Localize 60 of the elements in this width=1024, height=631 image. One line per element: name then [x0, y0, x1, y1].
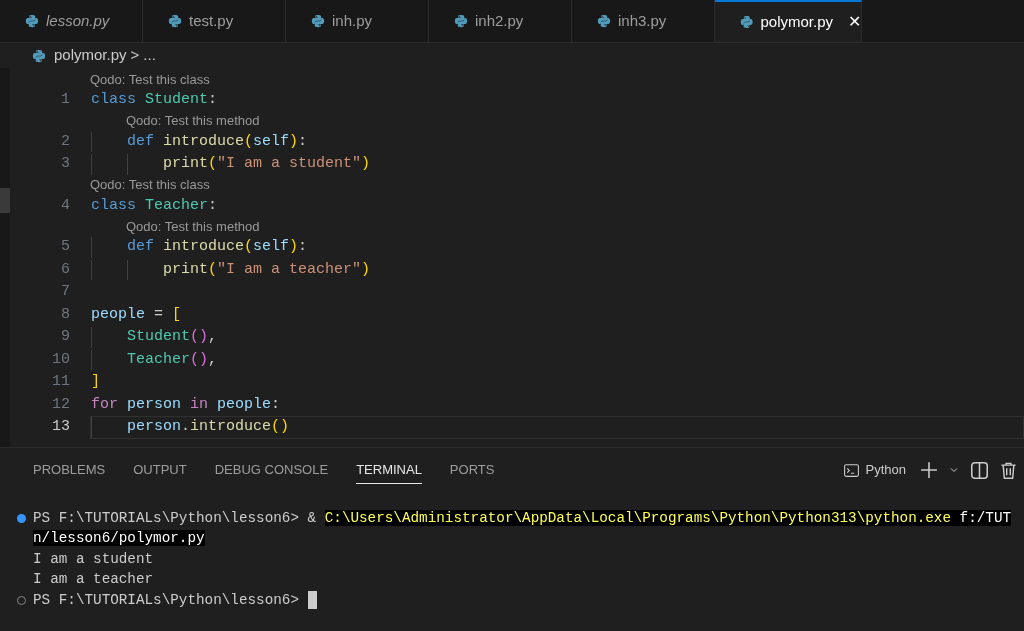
code-line: class Teacher:: [91, 195, 218, 216]
close-icon[interactable]: ✕: [848, 10, 861, 34]
scroll-marker: [0, 188, 10, 213]
line-number: 3: [60, 154, 70, 174]
code-lens-link[interactable]: Qodo: Test this method: [126, 111, 260, 131]
python-file-icon: [597, 14, 611, 28]
line-number: 5: [60, 237, 70, 257]
editor-tab[interactable]: polymor.py ✕: [715, 0, 862, 42]
code-line: print("I am a teacher"): [91, 259, 371, 280]
code-line: def introduce(self):: [91, 131, 308, 152]
python-file-icon: [740, 15, 754, 29]
code-line: class Student:: [91, 90, 218, 110]
python-file-icon: [168, 14, 182, 28]
code-line: people = [: [91, 304, 182, 325]
terminal-icon: [842, 461, 860, 479]
line-number: 10: [51, 349, 70, 370]
code-line: Student(),: [91, 327, 218, 348]
line-number: 4: [60, 195, 70, 216]
breadcrumb-separator: >: [130, 45, 140, 66]
python-file-icon: [311, 14, 325, 28]
code-line: ]: [91, 372, 100, 392]
code-lens-link[interactable]: Qodo: Test this method: [126, 216, 260, 237]
line-number: 11: [51, 372, 70, 392]
plus-icon[interactable]: [920, 461, 938, 479]
code-line: print("I am a student"): [91, 154, 371, 175]
code-lens-link[interactable]: Qodo: Test this class: [90, 175, 210, 195]
panel-tab[interactable]: OUTPUT: [133, 455, 187, 485]
line-number: 12: [51, 394, 70, 415]
python-file-icon: [32, 48, 46, 63]
editor-tab[interactable]: inh2.py: [429, 0, 572, 42]
python-file-icon: [454, 14, 468, 28]
line-number: 6: [60, 259, 70, 280]
panel-tab[interactable]: PORTS: [449, 455, 495, 485]
line-number: 7: [60, 282, 70, 302]
code-line: def introduce(self):: [91, 237, 308, 258]
code-lens-link[interactable]: Qodo: Test this class: [90, 69, 210, 90]
python-file-icon: [25, 14, 39, 28]
line-number: 9: [60, 327, 70, 347]
terminal-line: I am a teacher: [33, 570, 154, 590]
trash-icon[interactable]: [999, 460, 1018, 480]
line-number: 13: [51, 417, 70, 437]
editor-tab[interactable]: test.py: [143, 0, 286, 42]
split-icon[interactable]: [970, 460, 989, 480]
editor-tab[interactable]: lesson.py: [0, 0, 143, 42]
terminal-line: PS F:\TUTORIALs\Python\lesson6> & C:\Users\Administrator\AppData\Local\Programs\Python\Python313\python.exe f:/TUT: [33, 508, 1012, 528]
panel-tab[interactable]: PROBLEMS: [33, 455, 106, 485]
terminal-line: PS F:\TUTORIALs\Python\lesson6>: [33, 590, 300, 610]
code-line: Teacher(),: [91, 349, 218, 370]
breadcrumb-item[interactable]: ...: [143, 44, 156, 67]
code-line: for person in people:: [91, 394, 281, 415]
breadcrumb-item[interactable]: polymor.py: [54, 44, 127, 67]
code-line: person.introduce(): [91, 417, 290, 438]
terminal-profile-button[interactable]: Python: [842, 460, 906, 480]
editor-tab[interactable]: inh.py: [286, 0, 429, 42]
line-number: 1: [60, 90, 70, 110]
panel-tab[interactable]: DEBUG CONSOLE: [214, 455, 329, 485]
line-number: 2: [60, 131, 70, 152]
line-number: 8: [60, 304, 70, 325]
terminal-line: I am a student: [33, 549, 154, 569]
panel-tab[interactable]: TERMINAL: [356, 455, 422, 485]
